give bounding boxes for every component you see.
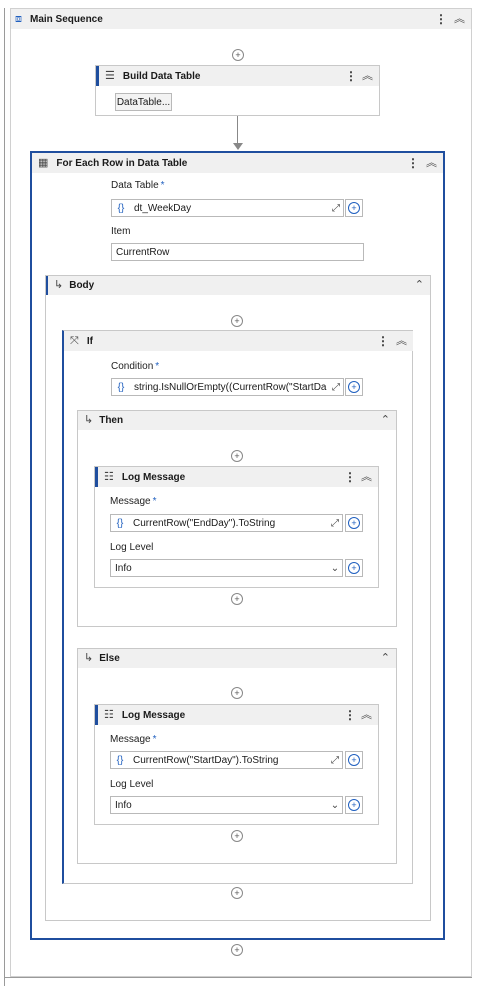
message-value: CurrentRow("EndDay").ToString (133, 517, 276, 529)
data-table-plus-button[interactable]: + (345, 199, 363, 217)
main-sequence-title: Main Sequence (30, 13, 103, 25)
message-label: Message * (110, 496, 157, 507)
log-level-select[interactable]: Info ⌄ (110, 559, 343, 577)
add-activity-icon[interactable]: + (231, 687, 243, 699)
log-message-header[interactable]: ☷ Log Message ⋮ ︽ (95, 705, 378, 725)
more-options-icon[interactable]: ⋮ (345, 70, 357, 82)
collapse-icon[interactable]: ︽ (396, 335, 407, 347)
expand-editor-icon[interactable]: ⤢ (328, 755, 342, 766)
else-arrow-icon: ↳ (84, 652, 94, 664)
then-title: Then (99, 415, 124, 426)
data-table-label: Data Table * (111, 180, 165, 191)
message-plus-button[interactable]: + (345, 751, 363, 769)
then-header[interactable]: ↳ Then ⌃ (78, 411, 396, 430)
log-message-icon: ☷ (104, 708, 114, 721)
item-label: Item (111, 226, 131, 237)
then-arrow-icon: ↳ (84, 414, 94, 426)
condition-value: string.IsNullOrEmpty((CurrentRow("StartD… (134, 381, 327, 393)
more-options-icon[interactable]: ⋮ (435, 13, 447, 25)
log-level-label: Log Level (110, 542, 154, 553)
expression-icon[interactable]: {} (112, 203, 130, 214)
expand-editor-icon[interactable]: ⤢ (329, 203, 343, 214)
message-label: Message * (110, 734, 157, 745)
connector-arrowhead (233, 143, 243, 150)
more-options-icon[interactable]: ⋮ (344, 471, 356, 483)
add-activity-icon[interactable]: + (231, 887, 243, 899)
collapse-icon[interactable]: ︽ (362, 70, 373, 82)
for-each-icon: ▦ (38, 156, 49, 169)
build-data-table-header[interactable]: ☰ Build Data Table ⋮ ︽ (96, 66, 379, 86)
chevron-down-icon[interactable]: ⌄ (328, 800, 342, 811)
plus-icon: + (348, 202, 360, 214)
sequence-icon: ⧈ (15, 12, 22, 25)
collapse-icon[interactable]: ︽ (361, 471, 372, 483)
collapse-icon[interactable]: ⌃ (381, 415, 390, 426)
message-field[interactable]: {} CurrentRow("EndDay").ToString ⤢ (110, 514, 343, 532)
plus-icon: + (348, 381, 360, 393)
log-message-title: Log Message (121, 709, 186, 721)
plus-icon: + (348, 562, 360, 574)
log-level-plus-button[interactable]: + (345, 559, 363, 577)
expression-icon[interactable]: {} (111, 755, 129, 766)
plus-icon: + (348, 517, 360, 529)
for-each-header[interactable]: ▦ For Each Row in Data Table ⋮ ︽ (32, 153, 443, 173)
log-level-value: Info (115, 562, 132, 574)
more-options-icon[interactable]: ⋮ (407, 157, 419, 169)
message-field[interactable]: {} CurrentRow("StartDay").ToString ⤢ (110, 751, 343, 769)
build-data-table-activity[interactable]: ☰ Build Data Table ⋮ ︽ DataTable... (95, 65, 380, 116)
add-activity-icon[interactable]: + (232, 49, 244, 61)
log-message-icon: ☷ (104, 470, 114, 483)
body-title: Body (69, 280, 95, 291)
condition-field[interactable]: {} string.IsNullOrEmpty((CurrentRow("Sta… (111, 378, 344, 396)
collapse-icon[interactable]: ︽ (454, 13, 465, 25)
add-activity-icon[interactable]: + (231, 944, 243, 956)
add-activity-icon[interactable]: + (231, 450, 243, 462)
log-level-value: Info (115, 799, 132, 811)
data-table-field[interactable]: {} dt_WeekDay ⤢ (111, 199, 344, 217)
expression-icon[interactable]: {} (112, 382, 130, 393)
condition-plus-button[interactable]: + (345, 378, 363, 396)
if-icon: ⤧ (70, 334, 79, 347)
designer-left-border (4, 8, 5, 986)
data-table-value: dt_WeekDay (134, 202, 192, 214)
message-value: CurrentRow("StartDay").ToString (133, 754, 279, 766)
plus-icon: + (348, 754, 360, 766)
else-header[interactable]: ↳ Else ⌃ (78, 649, 396, 668)
build-data-table-title: Build Data Table (122, 70, 201, 82)
expression-icon[interactable]: {} (111, 518, 129, 529)
log-message-title: Log Message (121, 471, 186, 483)
item-value: CurrentRow (116, 246, 170, 258)
log-message-header[interactable]: ☷ Log Message ⋮ ︽ (95, 467, 378, 487)
if-title: If (86, 335, 93, 347)
more-options-icon[interactable]: ⋮ (377, 335, 389, 347)
log-level-select[interactable]: Info ⌄ (110, 796, 343, 814)
message-plus-button[interactable]: + (345, 514, 363, 532)
collapse-icon[interactable]: ⌃ (381, 653, 390, 664)
log-level-plus-button[interactable]: + (345, 796, 363, 814)
main-sequence-header[interactable]: ⧈ Main Sequence ⋮ ︽ (11, 9, 471, 29)
body-arrow-icon: ↳ (54, 279, 64, 291)
body-header[interactable]: ↳ Body ⌃ (46, 276, 430, 295)
more-options-icon[interactable]: ⋮ (344, 709, 356, 721)
plus-icon: + (348, 799, 360, 811)
expand-editor-icon[interactable]: ⤢ (328, 518, 342, 529)
condition-label: Condition * (111, 361, 160, 372)
data-table-icon: ☰ (105, 69, 115, 82)
add-activity-icon[interactable]: + (231, 315, 243, 327)
for-each-title: For Each Row in Data Table (56, 157, 188, 169)
connector-line (237, 116, 238, 144)
data-table-button[interactable]: DataTable... (115, 93, 172, 111)
designer-bottom-border (4, 977, 472, 978)
expand-editor-icon[interactable]: ⤢ (329, 382, 343, 393)
if-header[interactable]: ⤧ If ⋮ ︽ (64, 331, 413, 351)
add-activity-icon[interactable]: + (231, 593, 243, 605)
collapse-icon[interactable]: ︽ (426, 157, 437, 169)
collapse-icon[interactable]: ⌃ (415, 280, 424, 291)
item-field[interactable]: CurrentRow (111, 243, 364, 261)
add-activity-icon[interactable]: + (231, 830, 243, 842)
collapse-icon[interactable]: ︽ (361, 709, 372, 721)
else-title: Else (99, 653, 120, 664)
log-level-label: Log Level (110, 779, 154, 790)
chevron-down-icon[interactable]: ⌄ (328, 563, 342, 574)
